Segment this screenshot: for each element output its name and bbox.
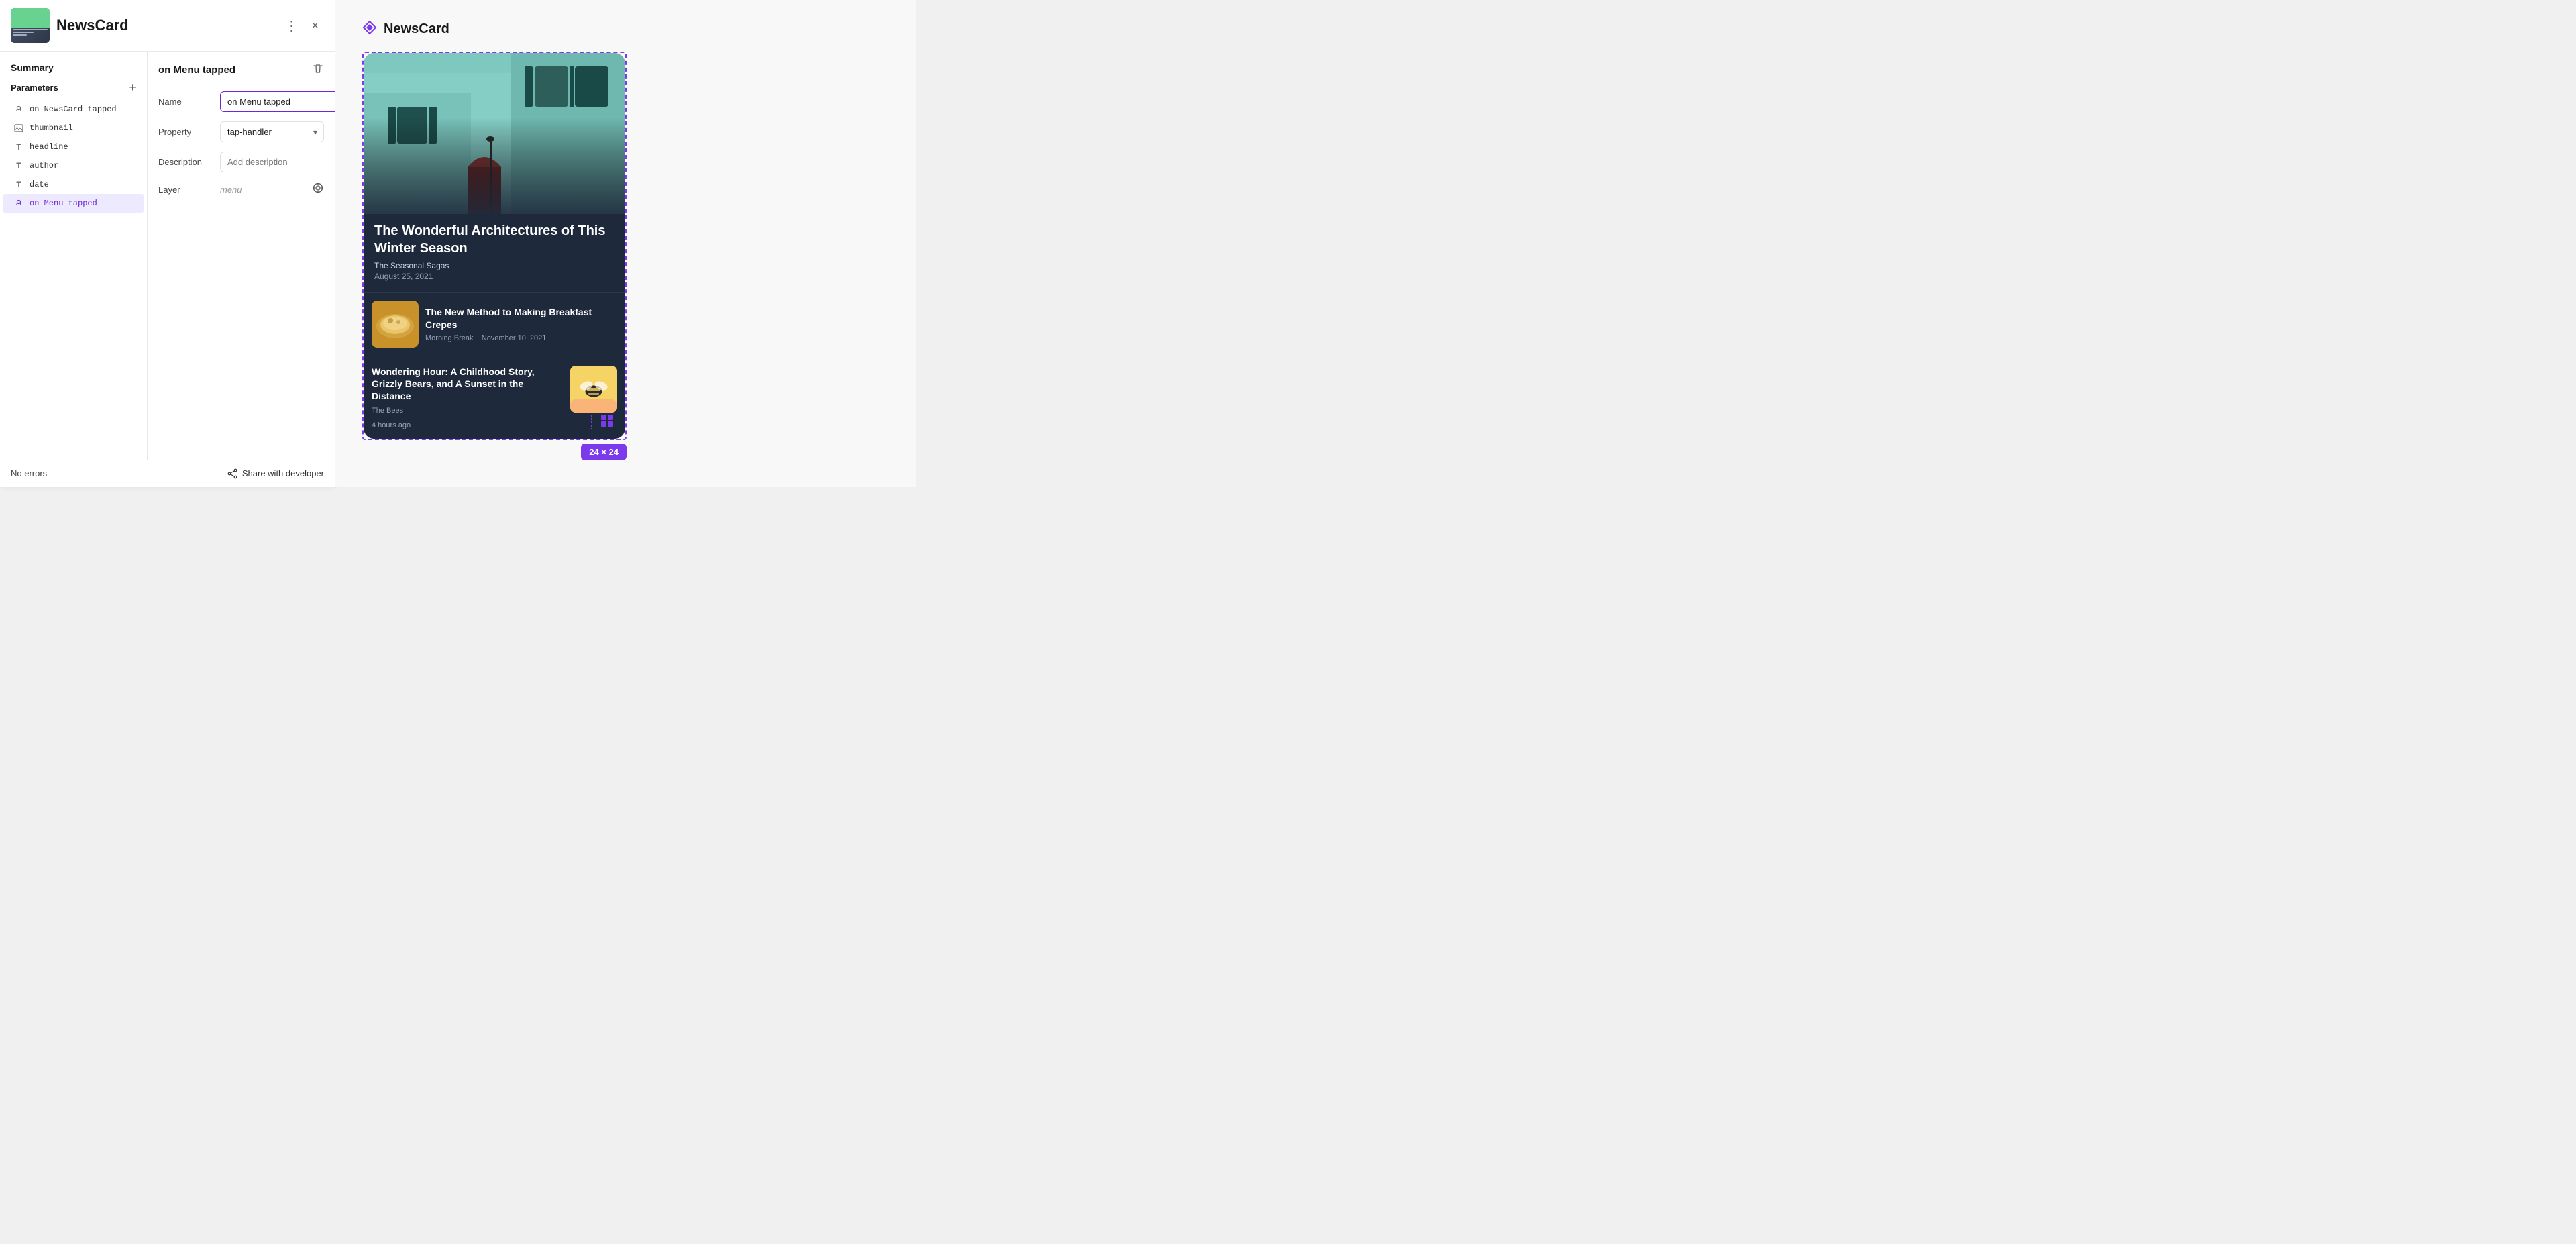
- property-field-row: Property tap-handler long-press-handler …: [158, 121, 324, 142]
- newscard-component: The Wonderful Architectures of This Wint…: [364, 53, 625, 439]
- param-name-menu-tapped: on Menu tapped: [30, 199, 97, 208]
- property-select-wrapper: tap-handler long-press-handler swipe-han…: [220, 121, 324, 142]
- component-thumbnail: [11, 8, 50, 43]
- description-input[interactable]: [220, 152, 335, 172]
- article-crepes: The New Method to Making Breakfast Crepe…: [364, 292, 625, 356]
- param-name-date: date: [30, 180, 49, 189]
- hero-author: The Seasonal Sagas: [374, 261, 614, 270]
- component-name: NewsCard: [56, 17, 129, 34]
- param-name-headline: headline: [30, 142, 68, 152]
- panel-content: Summary Parameters + on NewsCard tapped: [0, 52, 335, 460]
- param-item-on-menu-tapped[interactable]: on Menu tapped: [3, 194, 144, 213]
- summary-title: Summary: [0, 62, 147, 81]
- size-badge: 24 × 24: [581, 444, 627, 460]
- text-icon-headline: T: [13, 142, 24, 152]
- panel-header: NewsCard ⋮ ×: [0, 0, 335, 52]
- crepes-meta: Morning Break November 10, 2021: [425, 334, 617, 342]
- param-item-headline[interactable]: T headline: [3, 138, 144, 156]
- layer-label: Layer: [158, 185, 212, 195]
- param-item-thumbnail[interactable]: thumbnail: [3, 119, 144, 138]
- crepes-source: Morning Break: [425, 334, 474, 342]
- text-icon-author: T: [13, 160, 24, 171]
- close-button[interactable]: ×: [306, 16, 324, 36]
- header-menu-button[interactable]: ⋮: [279, 15, 303, 37]
- no-errors-label: No errors: [11, 468, 47, 478]
- detail-title: on Menu tapped: [158, 64, 235, 76]
- description-field-row: Description: [158, 152, 324, 172]
- parameters-label: Parameters: [11, 83, 58, 93]
- params-header: Parameters +: [0, 81, 147, 100]
- param-name-thumbnail: thumbnail: [30, 123, 73, 133]
- article-bees: Wondering Hour: A Childhood Story, Grizz…: [364, 356, 625, 439]
- property-label: Property: [158, 127, 212, 137]
- bees-title: Wondering Hour: A Childhood Story, Grizz…: [372, 366, 564, 403]
- layer-field-row: Layer menu: [158, 182, 324, 197]
- name-field-row: Name: [158, 91, 324, 112]
- description-label: Description: [158, 157, 212, 167]
- detail-panel: on Menu tapped Name Property tap-handler: [148, 52, 335, 460]
- name-input[interactable]: [220, 91, 335, 112]
- crepes-thumbnail: [372, 301, 419, 348]
- add-parameter-button[interactable]: +: [129, 81, 136, 93]
- grid-icon: [601, 415, 620, 433]
- hero-title: The Wonderful Architectures of This Wint…: [374, 222, 614, 257]
- panel-header-left: NewsCard: [11, 8, 129, 43]
- param-item-date[interactable]: T date: [3, 175, 144, 194]
- right-panel: NewsCard: [335, 0, 916, 487]
- param-item-author[interactable]: T author: [3, 156, 144, 175]
- preview-title: NewsCard: [384, 21, 449, 37]
- bees-text: Wondering Hour: A Childhood Story, Grizz…: [372, 366, 564, 417]
- hero-image: [364, 53, 625, 214]
- crepes-title: The New Method to Making Breakfast Crepe…: [425, 306, 617, 330]
- left-panel: NewsCard ⋮ × Summary Parameters +: [0, 0, 335, 487]
- target-layer-button[interactable]: [312, 182, 324, 197]
- name-label: Name: [158, 97, 212, 107]
- hero-content: The Wonderful Architectures of This Wint…: [364, 214, 625, 292]
- text-icon-date: T: [13, 179, 24, 190]
- crepes-date: November 10, 2021: [482, 334, 547, 342]
- tap-icon-menu: [13, 198, 24, 209]
- param-name-newscard-tapped: on NewsCard tapped: [30, 105, 117, 114]
- preview-canvas: The Wonderful Architectures of This Wint…: [362, 52, 627, 440]
- relay-icon: [362, 20, 377, 38]
- param-item-on-newscard-tapped[interactable]: on NewsCard tapped: [3, 100, 144, 119]
- image-icon: [13, 123, 24, 134]
- crepes-info: The New Method to Making Breakfast Crepe…: [419, 306, 617, 342]
- delete-button[interactable]: [312, 62, 324, 78]
- share-icon: [227, 468, 238, 479]
- tap-icon: [13, 104, 24, 115]
- hero-date: August 25, 2021: [374, 272, 614, 281]
- property-select[interactable]: tap-handler long-press-handler swipe-han…: [220, 121, 324, 142]
- bees-thumbnail: [570, 366, 617, 413]
- bees-time: 4 hours ago: [372, 421, 617, 429]
- bees-source: The Bees: [372, 407, 564, 415]
- panel-footer: No errors Share with developer: [0, 460, 335, 487]
- preview-header: NewsCard: [362, 20, 890, 38]
- article-hero: The Wonderful Architectures of This Wint…: [364, 53, 625, 292]
- detail-header: on Menu tapped: [158, 62, 324, 78]
- share-label: Share with developer: [242, 468, 324, 478]
- params-sidebar: Summary Parameters + on NewsCard tapped: [0, 52, 148, 460]
- param-name-author: author: [30, 161, 58, 170]
- share-with-developer-button[interactable]: Share with developer: [227, 468, 324, 479]
- layer-value: menu: [220, 185, 304, 195]
